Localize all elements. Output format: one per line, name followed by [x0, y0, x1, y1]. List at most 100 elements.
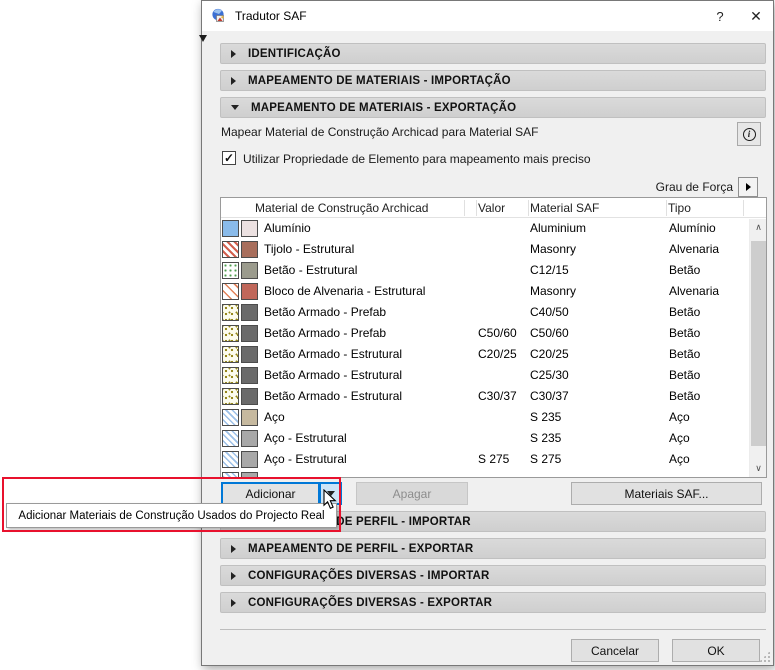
- column-header-tipo[interactable]: Tipo: [668, 201, 691, 215]
- surface-swatch[interactable]: [241, 325, 258, 342]
- surface-swatch[interactable]: [241, 472, 258, 477]
- title-bar[interactable]: Tradutor SAF ? ✕: [202, 1, 773, 31]
- table-row[interactable]: Tijolo - Estrutural Masonry Alvenaria: [221, 239, 766, 260]
- cut-fill-swatch[interactable]: [222, 451, 239, 468]
- surface-swatch[interactable]: [241, 304, 258, 321]
- section-configuracoes-diversas-exportar[interactable]: CONFIGURAÇÕES DIVERSAS - EXPORTAR: [220, 592, 766, 613]
- surface-swatch[interactable]: [241, 283, 258, 300]
- vertical-scrollbar[interactable]: ∧ ∨: [749, 219, 766, 477]
- cell-material-saf: S 235: [530, 410, 562, 424]
- section-configuracoes-diversas-importar[interactable]: CONFIGURAÇÕES DIVERSAS - IMPORTAR: [220, 565, 766, 586]
- grau-de-forca-button[interactable]: [738, 177, 758, 197]
- section-mapeamento-materiais-exportacao[interactable]: MAPEAMENTO DE MATERIAIS - EXPORTAÇÃO: [220, 97, 766, 118]
- scroll-down-icon[interactable]: ∨: [750, 460, 766, 477]
- table-row-partial[interactable]: [221, 470, 766, 477]
- cell-material-saf: C25/30: [530, 368, 569, 382]
- cut-fill-swatch[interactable]: [222, 367, 239, 384]
- column-separator: [743, 200, 744, 216]
- section-mapeamento-perfil-exportar[interactable]: MAPEAMENTO DE PERFIL - EXPORTAR: [220, 538, 766, 559]
- scrollbar-thumb[interactable]: [751, 241, 766, 446]
- grau-de-forca-label: Grau de Força: [655, 180, 733, 194]
- surface-swatch[interactable]: [241, 388, 258, 405]
- chevron-right-icon: [231, 571, 236, 580]
- table-row[interactable]: Betão - Estrutural C12/15 Betão: [221, 260, 766, 281]
- panel-edge-marker-icon: [199, 35, 207, 42]
- checkmark-icon: ✓: [223, 151, 235, 165]
- surface-swatch[interactable]: [241, 430, 258, 447]
- table-row[interactable]: Aço S 235 Aço: [221, 407, 766, 428]
- cut-fill-swatch[interactable]: [222, 325, 239, 342]
- cut-fill-swatch[interactable]: [222, 388, 239, 405]
- help-button[interactable]: ?: [703, 1, 737, 31]
- table-row[interactable]: Bloco de Alvenaria - Estrutural Masonry Al…: [221, 281, 766, 302]
- column-separator: [528, 200, 529, 216]
- resize-grip[interactable]: [759, 651, 770, 662]
- mouse-cursor-icon: [323, 489, 337, 510]
- cell-tipo: Betão: [669, 263, 701, 277]
- info-icon: i: [742, 127, 756, 141]
- cut-fill-swatch[interactable]: [222, 283, 239, 300]
- surface-swatch[interactable]: [241, 451, 258, 468]
- cut-fill-swatch[interactable]: [222, 262, 239, 279]
- material-mapping-table: Material de Construção Archicad Valor Ma…: [220, 197, 767, 478]
- window-title: Tradutor SAF: [235, 9, 307, 23]
- cell-material-saf: C30/37: [530, 389, 569, 403]
- table-row[interactable]: Betão Armado - Estrutural C20/25 C20/25 Bet…: [221, 344, 766, 365]
- table-row[interactable]: Betão Armado - Prefab C40/50 Betão: [221, 302, 766, 323]
- table-row[interactable]: Aço - Estrutural S 235 Aço: [221, 428, 766, 449]
- cell-material: Betão Armado - Estrutural: [264, 389, 403, 403]
- cell-tipo: Betão: [669, 347, 701, 361]
- materiais-saf-button[interactable]: Materiais SAF...: [571, 482, 762, 505]
- cell-valor: C30/37: [478, 389, 517, 403]
- adicionar-dropdown-menu-item[interactable]: Adicionar Materiais de Construção Usados…: [6, 503, 337, 528]
- surface-swatch[interactable]: [241, 409, 258, 426]
- surface-swatch[interactable]: [241, 367, 258, 384]
- cell-material: Betão - Estrutural: [264, 263, 358, 277]
- cell-material-saf: Masonry: [530, 284, 577, 298]
- section-label: IDENTIFICAÇÃO: [248, 47, 341, 60]
- cell-tipo: Aço: [669, 431, 690, 445]
- surface-swatch[interactable]: [241, 262, 258, 279]
- cut-fill-swatch[interactable]: [222, 409, 239, 426]
- use-property-checkbox[interactable]: ✓: [222, 151, 236, 165]
- info-button[interactable]: i: [737, 122, 761, 146]
- cut-fill-swatch[interactable]: [222, 241, 239, 258]
- cut-fill-swatch[interactable]: [222, 430, 239, 447]
- scroll-up-icon[interactable]: ∧: [750, 219, 766, 236]
- cut-fill-swatch[interactable]: [222, 472, 239, 477]
- cell-tipo: Betão: [669, 389, 701, 403]
- use-property-label: Utilizar Propriedade de Elemento para ma…: [243, 152, 591, 166]
- table-row[interactable]: Aço - Estrutural S 275 S 275 Aço: [221, 449, 766, 470]
- ok-button[interactable]: OK: [672, 639, 760, 662]
- section-mapeamento-materiais-importacao[interactable]: MAPEAMENTO DE MATERIAIS - IMPORTAÇÃO: [220, 70, 766, 91]
- cell-material-saf: C20/25: [530, 347, 569, 361]
- chevron-right-icon: [231, 598, 236, 607]
- footer-separator: [220, 629, 766, 630]
- close-button[interactable]: ✕: [739, 1, 773, 31]
- table-row[interactable]: Betão Armado - Estrutural C25/30 Betão: [221, 365, 766, 386]
- section-identificacao[interactable]: IDENTIFICAÇÃO: [220, 43, 766, 64]
- chevron-right-icon: [231, 49, 236, 58]
- table-row[interactable]: Betão Armado - Prefab C50/60 C50/60 Betão: [221, 323, 766, 344]
- surface-swatch[interactable]: [241, 346, 258, 363]
- column-header-material[interactable]: Material de Construção Archicad: [255, 201, 428, 215]
- cell-tipo: Betão: [669, 305, 701, 319]
- cell-material-saf: C50/60: [530, 326, 569, 340]
- cut-fill-swatch[interactable]: [222, 304, 239, 321]
- cell-material: Aço - Estrutural: [264, 431, 347, 445]
- table-row[interactable]: Betão Armado - Estrutural C30/37 C30/37 Bet…: [221, 386, 766, 407]
- column-header-material-saf[interactable]: Material SAF: [530, 201, 599, 215]
- map-material-label: Mapear Material de Construção Archicad p…: [221, 125, 539, 139]
- cell-material-saf: C40/50: [530, 305, 569, 319]
- material-table-body: Alumínio Aluminium Alumínio Tijolo - Estrut…: [221, 218, 766, 477]
- column-header-valor[interactable]: Valor: [478, 201, 505, 215]
- chevron-down-icon: [231, 105, 239, 110]
- table-row[interactable]: Alumínio Aluminium Alumínio: [221, 218, 766, 239]
- surface-swatch[interactable]: [241, 220, 258, 237]
- cut-fill-swatch[interactable]: [222, 220, 239, 237]
- chevron-right-icon: [745, 183, 751, 191]
- cancelar-button[interactable]: Cancelar: [571, 639, 659, 662]
- adicionar-button[interactable]: Adicionar: [221, 482, 320, 505]
- surface-swatch[interactable]: [241, 241, 258, 258]
- cut-fill-swatch[interactable]: [222, 346, 239, 363]
